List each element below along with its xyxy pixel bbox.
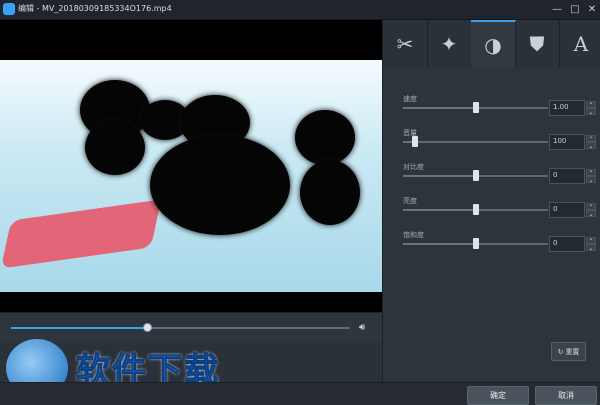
contrast-slider[interactable]: [403, 170, 548, 181]
tab-adjust[interactable]: ◑: [471, 20, 516, 68]
saturation-row: 饱和度 0 ⌃ ⌄: [383, 230, 600, 264]
increment-button[interactable]: ⌃: [586, 101, 596, 109]
tool-tabs: ✂ ✦ ◑ ⛊ A: [382, 20, 600, 68]
speed-slider[interactable]: [403, 102, 548, 113]
pink-brush-stroke: [0, 199, 162, 269]
increment-button[interactable]: ⌃: [586, 169, 596, 177]
slider-fill: [403, 243, 476, 245]
volume-row: 音量 100 ⌃ ⌄: [383, 128, 600, 162]
contrast-label: 对比度: [403, 163, 424, 171]
brightness-input[interactable]: 0 ⌃ ⌄: [549, 202, 596, 218]
contrast-row: 对比度 0 ⌃ ⌄: [383, 162, 600, 196]
ink-blot: [295, 110, 355, 165]
refresh-icon: ↻: [557, 347, 564, 356]
seek-bar[interactable]: [11, 327, 350, 329]
speed-input[interactable]: 1.00 ⌃ ⌄: [549, 100, 596, 116]
slider-fill: [403, 107, 476, 109]
maximize-button[interactable]: □: [568, 2, 582, 16]
close-button[interactable]: ✕: [585, 2, 599, 16]
slider-fill: [403, 175, 476, 177]
volume-slider[interactable]: [403, 136, 548, 147]
slider-handle[interactable]: [472, 102, 479, 113]
seek-handle[interactable]: [142, 323, 152, 332]
minimize-button[interactable]: —: [550, 2, 564, 16]
speed-label: 速度: [403, 95, 417, 103]
brightness-icon: ◑: [484, 33, 502, 57]
ink-blot: [150, 135, 290, 235]
slider-fill: [403, 209, 476, 211]
text-icon: A: [573, 32, 589, 56]
slider-handle[interactable]: [472, 170, 479, 181]
increment-button[interactable]: ⌃: [586, 135, 596, 143]
adjust-panel: 速度 1.00 ⌃ ⌄ 音量 100 ⌃ ⌄ 对比度 0 ⌃ ⌄ 亮度 0 ⌃ ⌄ 饱和度 0 ⌃…: [382, 68, 600, 382]
decrement-button[interactable]: ⌄: [586, 176, 596, 184]
reset-label: 重置: [565, 347, 580, 356]
title-bar: 编辑 - MV_20180309185334O176.mp4 — □ ✕: [0, 0, 600, 20]
slider-handle[interactable]: [472, 238, 479, 249]
video-frame: [0, 60, 382, 292]
brightness-row: 亮度 0 ⌃ ⌄: [383, 196, 600, 230]
tab-watermark[interactable]: ⛊: [515, 20, 560, 68]
stamp-icon: ⛊: [529, 32, 545, 56]
magic-wand-icon: ✦: [440, 32, 458, 56]
brightness-label: 亮度: [403, 197, 417, 205]
app-logo-icon: [3, 3, 15, 15]
seek-progress: [11, 327, 147, 329]
slider-handle[interactable]: [411, 136, 418, 147]
ink-blot: [300, 160, 360, 225]
slider-handle[interactable]: [472, 204, 479, 215]
decrement-button[interactable]: ⌄: [586, 210, 596, 218]
cancel-button[interactable]: 取消: [535, 386, 597, 405]
volume-input[interactable]: 100 ⌃ ⌄: [549, 134, 596, 150]
scissors-icon: ✂: [396, 32, 414, 56]
footer-bar: 确定 取消: [0, 382, 600, 405]
increment-button[interactable]: ⌃: [586, 203, 596, 211]
decrement-button[interactable]: ⌄: [586, 142, 596, 150]
tab-cut[interactable]: ✂: [383, 20, 428, 68]
video-preview[interactable]: [0, 20, 382, 312]
saturation-label: 饱和度: [403, 231, 424, 239]
ink-blot: [85, 120, 145, 175]
volume-icon[interactable]: 🔊︎: [359, 322, 365, 333]
tab-effects[interactable]: ✦: [427, 20, 472, 68]
saturation-input[interactable]: 0 ⌃ ⌄: [549, 236, 596, 252]
window-title: 编辑 - MV_20180309185334O176.mp4: [18, 4, 172, 13]
increment-button[interactable]: ⌃: [586, 237, 596, 245]
decrement-button[interactable]: ⌄: [586, 244, 596, 252]
contrast-input[interactable]: 0 ⌃ ⌄: [549, 168, 596, 184]
brightness-slider[interactable]: [403, 204, 548, 215]
tab-text[interactable]: A: [559, 20, 600, 68]
ok-button[interactable]: 确定: [467, 386, 529, 405]
reset-button[interactable]: ↻ 重置: [551, 342, 586, 361]
speed-row: 速度 1.00 ⌃ ⌄: [383, 94, 600, 128]
decrement-button[interactable]: ⌄: [586, 108, 596, 116]
saturation-slider[interactable]: [403, 238, 548, 249]
